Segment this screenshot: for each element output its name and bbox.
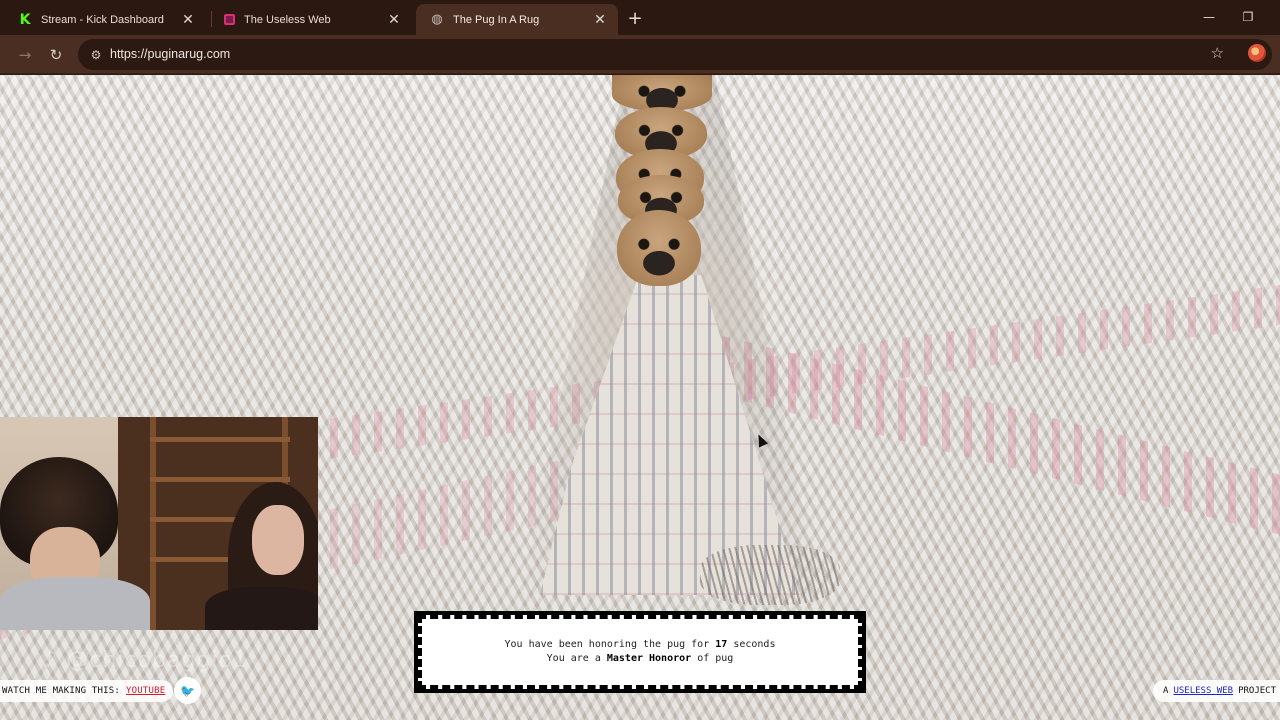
honor-seconds: 17 [715,639,728,650]
forward-button[interactable]: → [14,44,36,66]
close-icon[interactable]: ✕ [180,12,196,28]
rank-suffix: of pug [697,653,734,664]
pug-echo [612,75,712,111]
tiktok-icon: ♪ [42,645,59,673]
restore-button[interactable]: ❐ [1236,6,1260,28]
honor-suffix: seconds [733,639,776,650]
close-icon[interactable]: ✕ [592,12,608,28]
close-icon[interactable]: ✕ [386,12,402,28]
tab-pug-in-a-rug[interactable]: ◍ The Pug In A Rug ✕ [416,4,618,35]
tab-title: The Pug In A Rug [453,13,540,26]
url-text[interactable]: https://puginarug.com [110,47,230,61]
address-bar[interactable]: ⚙ https://puginarug.com ☆ [78,39,1272,70]
globe-icon: ◍ [431,12,443,27]
tiktok-watermark: ♪ @chicobaggio1 [42,645,248,673]
credit-prefix: A [1163,686,1169,696]
browser-toolbar: → ↻ ⚙ https://puginarug.com ☆ [0,35,1280,74]
tab-strip: K Stream - Kick Dashboard ✕ The Useless … [0,0,1280,35]
streamer-body [0,577,150,630]
twitter-button[interactable]: 🐦 [174,677,201,704]
site-info-icon[interactable]: ⚙ [84,43,108,67]
honor-rank: Master Honoror [606,653,692,664]
pug-face [617,210,701,286]
youtube-link[interactable]: YOUTUBE [126,686,165,696]
minimize-button[interactable]: — [1197,6,1221,28]
tab-useless-web[interactable]: The Useless Web ✕ [210,4,412,35]
page-content: ♪ @chicobaggio1 You have been honoring th… [0,75,1280,720]
promo-bar: WATCH ME MAKING THIS: YOUTUBE [0,680,174,702]
guest-face [252,505,304,575]
rank-prefix: You are a [546,653,601,664]
shelf-board [150,437,290,442]
kick-icon: K [19,11,31,28]
tab-title: The Useless Web [244,13,331,26]
reload-button[interactable]: ↻ [45,44,67,66]
promo-text: WATCH ME MAKING THIS: [2,686,120,696]
profile-avatar[interactable] [1248,44,1266,62]
shelf-side [150,417,156,630]
watermark-handle: @chicobaggio1 [66,648,248,673]
honor-text: You have been honoring the pug for 17 se… [496,636,784,668]
honor-line-2: You are a Master Honoror of pug [505,652,776,666]
bookmark-star-icon[interactable]: ☆ [1211,44,1224,62]
honor-counter-box: You have been honoring the pug for 17 se… [414,611,866,693]
tab-kick-dashboard[interactable]: K Stream - Kick Dashboard ✕ [4,4,206,35]
twitter-icon: 🐦 [180,683,195,698]
shelf-board [150,477,290,482]
webcam-overlay [0,417,318,630]
new-tab-button[interactable]: + [624,7,646,29]
credit-bar: A USELESS WEB PROJECT [1153,680,1280,702]
credit-suffix: PROJECT [1238,686,1276,696]
honor-line-1: You have been honoring the pug for 17 se… [505,638,776,652]
tab-title: Stream - Kick Dashboard [41,13,164,26]
rug-fringe [700,545,840,605]
honor-prefix: You have been honoring the pug for [504,639,710,650]
guest-body [205,587,318,630]
useless-web-link[interactable]: USELESS WEB [1173,686,1233,696]
useless-web-icon [224,14,235,25]
